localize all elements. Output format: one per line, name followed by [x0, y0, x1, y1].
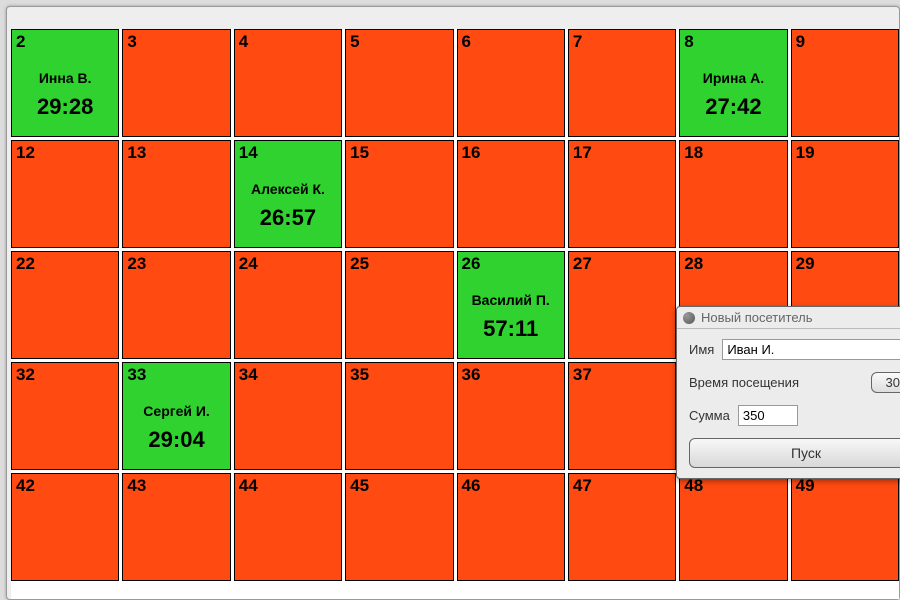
seat-cell[interactable]: 34	[234, 362, 342, 470]
seat-cell[interactable]: 18	[679, 140, 787, 248]
seat-visitor-name: Ирина А.	[684, 70, 782, 86]
seat-timer: 57:11	[462, 316, 560, 342]
seat-cell[interactable]: 15	[345, 140, 453, 248]
seat-cell[interactable]: 33 Сергей И. 29:04	[122, 362, 230, 470]
seat-visitor-name: Василий П.	[462, 292, 560, 308]
seat-cell[interactable]: 19	[791, 140, 899, 248]
seat-timer: 29:28	[16, 94, 114, 120]
seat-number: 22	[16, 254, 114, 274]
seat-cell[interactable]: 46	[457, 473, 565, 581]
seat-number: 43	[127, 476, 225, 496]
seat-cell[interactable]: 26 Василий П. 57:11	[457, 251, 565, 359]
seat-cell[interactable]: 9	[791, 29, 899, 137]
seat-number: 32	[16, 365, 114, 385]
seat-number: 15	[350, 143, 448, 163]
seat-number: 28	[684, 254, 782, 274]
seat-number: 34	[239, 365, 337, 385]
seat-timer: 26:57	[239, 205, 337, 231]
seat-number: 26	[462, 254, 560, 274]
seat-cell[interactable]: 43	[122, 473, 230, 581]
seat-cell[interactable]: 24	[234, 251, 342, 359]
seat-cell[interactable]: 23	[122, 251, 230, 359]
seat-number: 16	[462, 143, 560, 163]
seat-timer: 27:42	[684, 94, 782, 120]
seat-cell[interactable]: 32	[11, 362, 119, 470]
seat-number: 37	[573, 365, 671, 385]
visit-time-select[interactable]: 30	[871, 372, 900, 393]
seat-cell[interactable]: 27	[568, 251, 676, 359]
seat-cell[interactable]: 3	[122, 29, 230, 137]
start-button[interactable]: Пуск	[689, 438, 900, 468]
dialog-title: Новый посетитель	[701, 310, 813, 325]
seat-number: 46	[462, 476, 560, 496]
seat-number: 2	[16, 32, 114, 52]
seat-number: 18	[684, 143, 782, 163]
seat-number: 9	[796, 32, 894, 52]
app-icon	[683, 312, 695, 324]
seat-timer: 29:04	[127, 427, 225, 453]
seat-cell[interactable]: 42	[11, 473, 119, 581]
seat-number: 29	[796, 254, 894, 274]
seat-visitor-name: Сергей И.	[127, 403, 225, 419]
seat-number: 47	[573, 476, 671, 496]
seat-number: 19	[796, 143, 894, 163]
seat-visitor-name: Алексей К.	[239, 181, 337, 197]
start-button-label: Пуск	[791, 445, 821, 461]
seat-cell[interactable]: 35	[345, 362, 453, 470]
seat-cell[interactable]: 14 Алексей К. 26:57	[234, 140, 342, 248]
seat-cell[interactable]: 6	[457, 29, 565, 137]
seat-number: 42	[16, 476, 114, 496]
seat-cell[interactable]: 13	[122, 140, 230, 248]
seat-cell[interactable]: 25	[345, 251, 453, 359]
seat-number: 23	[127, 254, 225, 274]
sum-input[interactable]	[738, 405, 798, 426]
seat-number: 6	[462, 32, 560, 52]
seat-number: 49	[796, 476, 894, 496]
seat-number: 35	[350, 365, 448, 385]
seat-cell[interactable]: 45	[345, 473, 453, 581]
seat-cell[interactable]: 4	[234, 29, 342, 137]
seat-cell[interactable]: 2 Инна В. 29:28	[11, 29, 119, 137]
name-input[interactable]	[722, 339, 900, 360]
new-visitor-dialog: Новый посетитель Имя Время посещения 30 …	[676, 306, 900, 479]
seat-number: 45	[350, 476, 448, 496]
seat-number: 12	[16, 143, 114, 163]
seat-number: 7	[573, 32, 671, 52]
seat-number: 48	[684, 476, 782, 496]
seat-cell[interactable]: 47	[568, 473, 676, 581]
seat-cell[interactable]: 5	[345, 29, 453, 137]
seat-number: 14	[239, 143, 337, 163]
seat-cell[interactable]: 8 Ирина А. 27:42	[679, 29, 787, 137]
seat-visitor-name: Инна В.	[16, 70, 114, 86]
seat-cell[interactable]: 36	[457, 362, 565, 470]
seat-cell[interactable]: 37	[568, 362, 676, 470]
seat-cell[interactable]: 16	[457, 140, 565, 248]
dialog-body: Имя Время посещения 30 Сумма Пуск	[677, 329, 900, 478]
visit-time-value: 30	[886, 375, 900, 390]
seat-number: 33	[127, 365, 225, 385]
visit-time-label: Время посещения	[689, 375, 799, 390]
seat-cell[interactable]: 44	[234, 473, 342, 581]
main-window: 2Инна В.29:28345678Ирина А.27:429121314А…	[6, 6, 900, 600]
seat-number: 4	[239, 32, 337, 52]
seat-number: 8	[684, 32, 782, 52]
seat-cell[interactable]: 22	[11, 251, 119, 359]
seat-cell[interactable]: 48	[679, 473, 787, 581]
seat-cell[interactable]: 7	[568, 29, 676, 137]
seat-cell[interactable]: 49	[791, 473, 899, 581]
seat-number: 5	[350, 32, 448, 52]
seat-number: 36	[462, 365, 560, 385]
name-label: Имя	[689, 342, 714, 357]
seat-number: 25	[350, 254, 448, 274]
dialog-titlebar[interactable]: Новый посетитель	[677, 307, 900, 329]
seat-number: 17	[573, 143, 671, 163]
seat-cell[interactable]: 17	[568, 140, 676, 248]
seat-number: 27	[573, 254, 671, 274]
seat-number: 44	[239, 476, 337, 496]
seat-number: 13	[127, 143, 225, 163]
seat-number: 24	[239, 254, 337, 274]
sum-label: Сумма	[689, 408, 730, 423]
seat-number: 3	[127, 32, 225, 52]
seat-cell[interactable]: 12	[11, 140, 119, 248]
